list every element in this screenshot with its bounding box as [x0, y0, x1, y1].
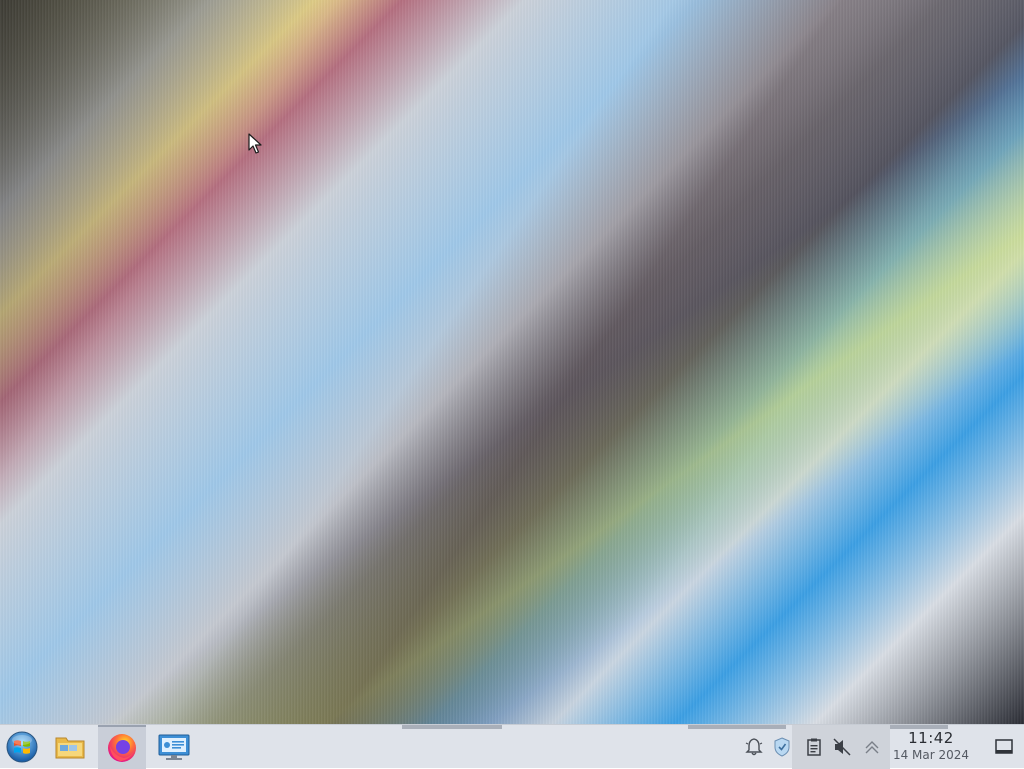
system-monitor-button[interactable]	[150, 725, 198, 769]
notification-bell-icon	[745, 738, 763, 756]
folder-icon	[55, 737, 85, 759]
firefox-icon	[108, 734, 136, 762]
clipboard-tray-button[interactable]	[800, 725, 828, 769]
show-desktop-icon	[995, 739, 1013, 754]
expand-tray-icon	[865, 741, 879, 754]
network-shield-icon	[774, 737, 790, 757]
volume-tray-button[interactable]	[828, 725, 856, 769]
clock-date: 14 Mar 2024	[892, 748, 970, 762]
clipboard-icon	[807, 738, 821, 756]
show-desktop-button[interactable]	[984, 725, 1024, 769]
expand-tray-button[interactable]	[858, 725, 886, 769]
system-tray	[792, 725, 890, 769]
taskbar-separator	[402, 725, 502, 729]
system-monitor-icon	[158, 734, 190, 760]
firefox-button[interactable]	[98, 725, 146, 769]
desktop-wallpaper[interactable]	[0, 0, 1024, 724]
start-button[interactable]	[0, 725, 44, 769]
notifications-tray-button[interactable]	[740, 725, 768, 769]
start-orb-icon	[6, 731, 38, 763]
clock-time: 11:42	[908, 729, 954, 747]
taskbar-clock[interactable]: 11:42 14 Mar 2024	[890, 729, 972, 767]
taskbar: 11:42 14 Mar 2024	[0, 724, 1024, 769]
file-manager-button[interactable]	[48, 725, 92, 769]
volume-muted-icon	[833, 738, 851, 756]
mouse-cursor-icon	[248, 133, 262, 154]
